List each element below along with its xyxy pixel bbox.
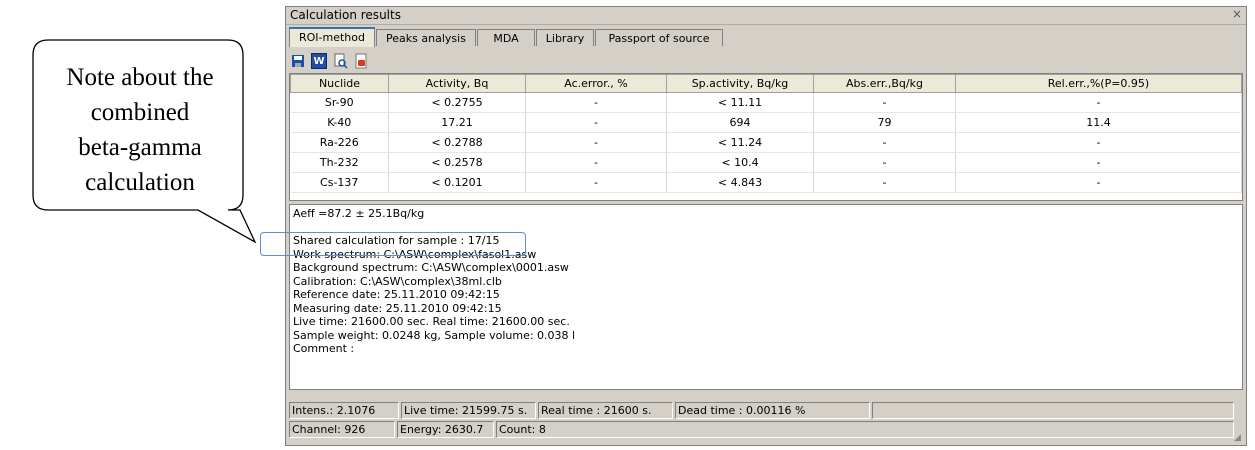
log-line-sample-weight: Sample weight: 0.0248 kg, Sample volume:… — [293, 328, 576, 342]
cell-rel-err: - — [955, 92, 1242, 113]
cell-abs-err: 79 — [813, 112, 956, 133]
callout-line: beta-gamma — [78, 134, 202, 161]
column-header-abs-err[interactable]: Abs.err.,Bq/kg — [813, 74, 956, 93]
status-count: Count: 8 — [496, 421, 1234, 438]
column-header-ac-error[interactable]: Ac.error., % — [525, 74, 667, 93]
cell-ac-error: - — [525, 112, 667, 133]
cell-activity: < 0.2755 — [388, 92, 526, 113]
title-bar: Calculation results × — [286, 7, 1246, 25]
cell-rel-err: - — [955, 152, 1242, 173]
tab-mda[interactable]: MDA — [477, 29, 535, 46]
tab-roi-method[interactable]: ROI-method — [289, 27, 375, 47]
cell-abs-err: - — [813, 172, 956, 193]
tab-passport-of-source[interactable]: Passport of source — [595, 29, 723, 46]
callout-text: Note about the combined beta-gamma calcu… — [40, 60, 240, 200]
cell-nuclide: Sr-90 — [290, 92, 389, 113]
callout-note: Note about the combined beta-gamma calcu… — [0, 0, 290, 260]
cell-nuclide: K-40 — [290, 112, 389, 133]
shared-calculation-highlight — [260, 232, 526, 256]
resize-grip-icon[interactable]: ◢ — [1234, 433, 1244, 443]
callout-line: Note about the — [66, 64, 214, 91]
cell-activity: < 0.2578 — [388, 152, 526, 173]
cell-activity: 17.21 — [388, 112, 526, 133]
cell-nuclide: Th-232 — [290, 152, 389, 173]
table-row[interactable]: K-40 17.21 - 694 79 11.4 — [290, 112, 1242, 133]
status-bar-row-1: Intens.: 2.1076 Live time: 21599.75 s. R… — [289, 402, 1243, 420]
status-real-time: Real time : 21600 s. — [538, 402, 673, 419]
print-preview-icon[interactable] — [332, 53, 348, 69]
callout-line: calculation — [85, 169, 195, 196]
cell-sp-activity: < 11.24 — [666, 132, 814, 153]
table-row[interactable]: Ra-226 < 0.2788 - < 11.24 - - — [290, 132, 1242, 153]
cell-ac-error: - — [525, 132, 667, 153]
tab-library[interactable]: Library — [536, 29, 594, 46]
log-line-comment: Comment : — [293, 342, 355, 355]
cell-abs-err: - — [813, 132, 956, 153]
cell-activity: < 0.1201 — [388, 172, 526, 193]
cell-rel-err: 11.4 — [955, 112, 1242, 133]
cell-rel-err: - — [955, 132, 1242, 153]
status-dead-time: Dead time : 0.00116 % — [675, 402, 870, 419]
tab-peaks-analysis[interactable]: Peaks analysis — [376, 29, 476, 46]
status-empty-panel — [872, 402, 1234, 419]
pdf-export-icon[interactable] — [353, 53, 369, 69]
column-header-sp-activity[interactable]: Sp.activity, Bq/kg — [666, 74, 814, 93]
callout-line: combined — [90, 99, 190, 126]
cell-rel-err: - — [955, 172, 1242, 193]
cell-abs-err: - — [813, 152, 956, 173]
close-icon[interactable]: × — [1232, 7, 1242, 21]
cell-sp-activity: < 10.4 — [666, 152, 814, 173]
cell-sp-activity: < 4.843 — [666, 172, 814, 193]
table-row[interactable]: Cs-137 < 0.1201 - < 4.843 - - — [290, 172, 1242, 193]
save-icon[interactable] — [290, 53, 306, 69]
log-line-calibration: Calibration: C:\ASW\complex\38ml.clb — [293, 274, 502, 288]
column-header-activity[interactable]: Activity, Bq — [388, 74, 526, 93]
window-title: Calculation results — [290, 8, 401, 22]
status-bar-row-2: Channel: 926 Energy: 2630.7 Count: 8 — [289, 421, 1243, 439]
cell-abs-err: - — [813, 92, 956, 113]
cell-ac-error: - — [525, 172, 667, 193]
cell-nuclide: Ra-226 — [290, 132, 389, 153]
column-header-nuclide[interactable]: Nuclide — [290, 74, 389, 93]
cell-ac-error: - — [525, 92, 667, 113]
table-header-row: Nuclide Activity, Bq Ac.error., % Sp.act… — [290, 74, 1242, 93]
log-line-background-spectrum: Background spectrum: C:\ASW\complex\0001… — [293, 261, 569, 274]
results-table: Nuclide Activity, Bq Ac.error., % Sp.act… — [289, 73, 1243, 201]
cell-sp-activity: < 11.11 — [666, 92, 814, 113]
cell-nuclide: Cs-137 — [290, 172, 389, 193]
calculation-results-window: Calculation results × ROI-method Peaks a… — [285, 6, 1247, 446]
log-line-reference-date: Reference date: 25.11.2010 09:42:15 — [293, 288, 500, 301]
table-row[interactable]: Sr-90 < 0.2755 - < 11.11 - - — [290, 92, 1242, 113]
log-line-aeff: Aeff =87.2 ± 25.1Bq/kg — [293, 207, 425, 220]
status-channel: Channel: 926 — [289, 421, 395, 438]
cell-ac-error: - — [525, 152, 667, 173]
log-line-measuring-date: Measuring date: 25.11.2010 09:42:15 — [293, 301, 502, 315]
status-intensity: Intens.: 2.1076 — [289, 402, 399, 419]
cell-sp-activity: 694 — [666, 112, 814, 133]
table-row[interactable]: Th-232 < 0.2578 - < 10.4 - - — [290, 152, 1242, 173]
status-energy: Energy: 2630.7 — [397, 421, 494, 438]
cell-activity: < 0.2788 — [388, 132, 526, 153]
status-live-time: Live time: 21599.75 s. — [401, 402, 536, 419]
log-line-live-time: Live time: 21600.00 sec. Real time: 2160… — [293, 315, 570, 328]
word-export-icon[interactable]: W — [311, 53, 327, 69]
column-header-rel-err[interactable]: Rel.err.,%(P=0.95) — [955, 74, 1242, 93]
